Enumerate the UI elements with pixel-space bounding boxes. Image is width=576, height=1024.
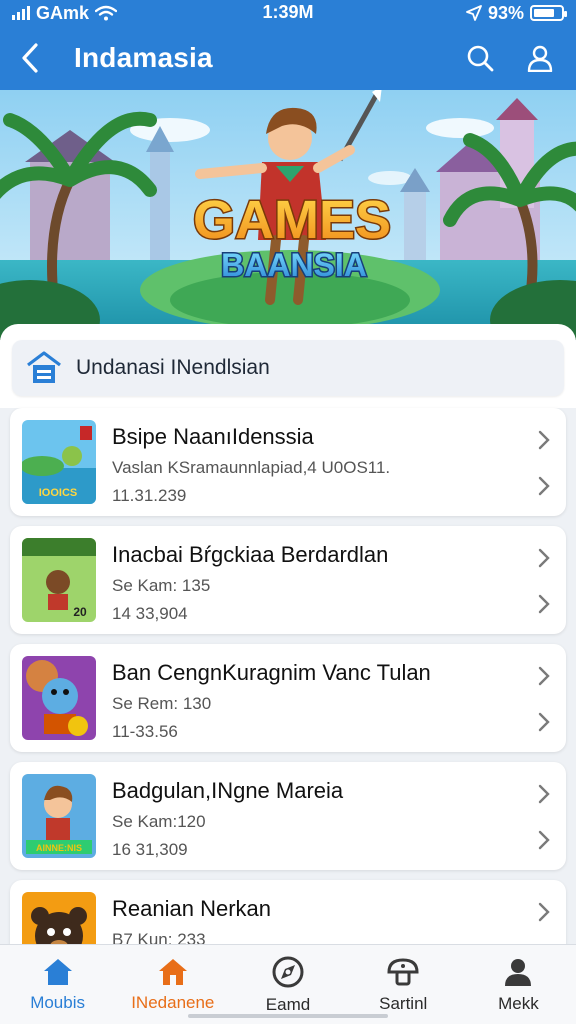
tab-label: Mekk xyxy=(498,993,539,1013)
chevron-right-icon[interactable] xyxy=(536,784,552,804)
hero-banner[interactable]: GAMES BAANSIA xyxy=(0,90,576,340)
game-thumbnail xyxy=(22,892,96,944)
user-icon xyxy=(527,45,553,72)
house-icon xyxy=(158,958,187,985)
hero-logo-line2: BAANSIA xyxy=(221,247,367,283)
game-thumbnail xyxy=(22,656,96,740)
section-label: Undanasi INendlsian xyxy=(76,356,270,379)
home-section-icon xyxy=(27,351,61,383)
game-card[interactable]: 20 Inacbai Bŕgckiaa Berdardlan Se Kam: 1… xyxy=(10,526,566,634)
game-number: 14 33,904 xyxy=(112,604,188,623)
tab-label: Sartinl xyxy=(379,993,428,1013)
game-thumbnail: AINNE:NIS xyxy=(22,774,96,858)
game-card[interactable]: Reanian Nerkan B7 Kun: 233 xyxy=(10,880,566,944)
game-thumbnail: IOOICS xyxy=(22,420,96,504)
game-list: IOOICS Bsipe NaanıIdenssia Vaslan KSrama… xyxy=(0,408,576,944)
tab-label: INedanene xyxy=(131,992,215,1012)
tab-mekk[interactable]: Mekk xyxy=(461,945,576,1024)
chevron-right-icon[interactable] xyxy=(536,666,552,686)
game-card[interactable]: AINNE:NIS Badgulan,INgne Mareia Se Kam:1… xyxy=(10,762,566,870)
game-thumb-caption: IOOICS xyxy=(39,487,78,499)
tab-eamd[interactable]: Eamd xyxy=(230,945,345,1024)
nav-bar: Indamasia xyxy=(0,26,576,90)
page-title: Indamasia xyxy=(74,42,213,73)
battery-icon xyxy=(530,5,567,21)
game-thumb-caption: 20 xyxy=(73,605,87,619)
chevron-right-icon[interactable] xyxy=(536,902,552,922)
app-root: GAmk 1:39M 93% Indamasia GAMES BAANSIA U… xyxy=(0,0,576,1024)
bottom-tab-bar: Moubis INedanene Eamd Sartinl Mekk xyxy=(0,944,576,1024)
game-title: Badgulan,INgne Mareia xyxy=(112,778,344,803)
game-card[interactable]: IOOICS Bsipe NaanıIdenssia Vaslan KSrama… xyxy=(10,408,566,516)
compass-icon xyxy=(272,956,304,987)
chevron-right-icon[interactable] xyxy=(536,594,552,614)
game-thumbnail: 20 xyxy=(22,538,96,622)
tab-inedanene[interactable]: INedanene xyxy=(115,945,230,1024)
profile-button[interactable] xyxy=(520,38,560,78)
game-subtitle: Se Rem: 130 xyxy=(112,694,212,713)
game-subtitle: Se Kam:120 xyxy=(112,812,206,831)
profile-icon xyxy=(505,958,532,986)
game-number: 16 31,309 xyxy=(112,840,188,859)
hero-illustration: GAMES BAANSIA xyxy=(0,90,576,340)
game-number: 11.31.239 xyxy=(112,486,187,505)
home-indicator xyxy=(188,1014,388,1018)
chevron-left-icon xyxy=(22,43,38,73)
back-button[interactable] xyxy=(0,26,60,90)
game-title: Inacbai Bŕgckiaa Berdardlan xyxy=(112,542,389,567)
hero-logo: GAMES BAANSIA xyxy=(191,189,392,285)
mushroom-icon xyxy=(387,957,419,985)
clock: 1:39M xyxy=(262,2,314,22)
chevron-right-icon[interactable] xyxy=(536,430,552,450)
game-number: 11-33.56 xyxy=(112,722,178,741)
game-card[interactable]: Ban CengnKuragnim Vanc Tulan Se Rem: 130… xyxy=(10,644,566,752)
home-icon xyxy=(43,958,72,985)
tab-label: Eamd xyxy=(265,994,311,1014)
chevron-right-icon[interactable] xyxy=(536,712,552,732)
chevron-right-icon[interactable] xyxy=(536,476,552,496)
game-title: Bsipe NaanıIdenssia xyxy=(112,424,314,449)
game-title: Ban CengnKuragnim Vanc Tulan xyxy=(112,660,431,685)
tab-sartinl[interactable]: Sartinl xyxy=(346,945,461,1024)
content-panel: Undanasi INendlsian IOOICS Bsipe NaanıId… xyxy=(0,324,576,944)
game-thumb-caption: AINNE:NIS xyxy=(36,843,82,853)
game-title: Reanian Nerkan xyxy=(112,896,271,921)
hero-logo-line1: GAMES xyxy=(193,190,391,250)
top-bar: GAmk 1:39M 93% Indamasia xyxy=(0,0,576,90)
game-subtitle: Vaslan KSramaunnlapiad,4 U0OS11. xyxy=(112,458,391,477)
status-bar: GAmk 1:39M 93% xyxy=(0,0,576,26)
search-icon xyxy=(467,45,494,72)
chevron-right-icon[interactable] xyxy=(536,548,552,568)
tab-label: Moubis xyxy=(30,992,85,1012)
section-header[interactable]: Undanasi INendlsian xyxy=(12,340,564,396)
game-subtitle: Se Kam: 135 xyxy=(112,576,211,595)
game-subtitle: B7 Kun: 233 xyxy=(112,930,206,944)
search-button[interactable] xyxy=(460,38,500,78)
tab-moubis[interactable]: Moubis xyxy=(0,945,115,1024)
chevron-right-icon[interactable] xyxy=(536,830,552,850)
